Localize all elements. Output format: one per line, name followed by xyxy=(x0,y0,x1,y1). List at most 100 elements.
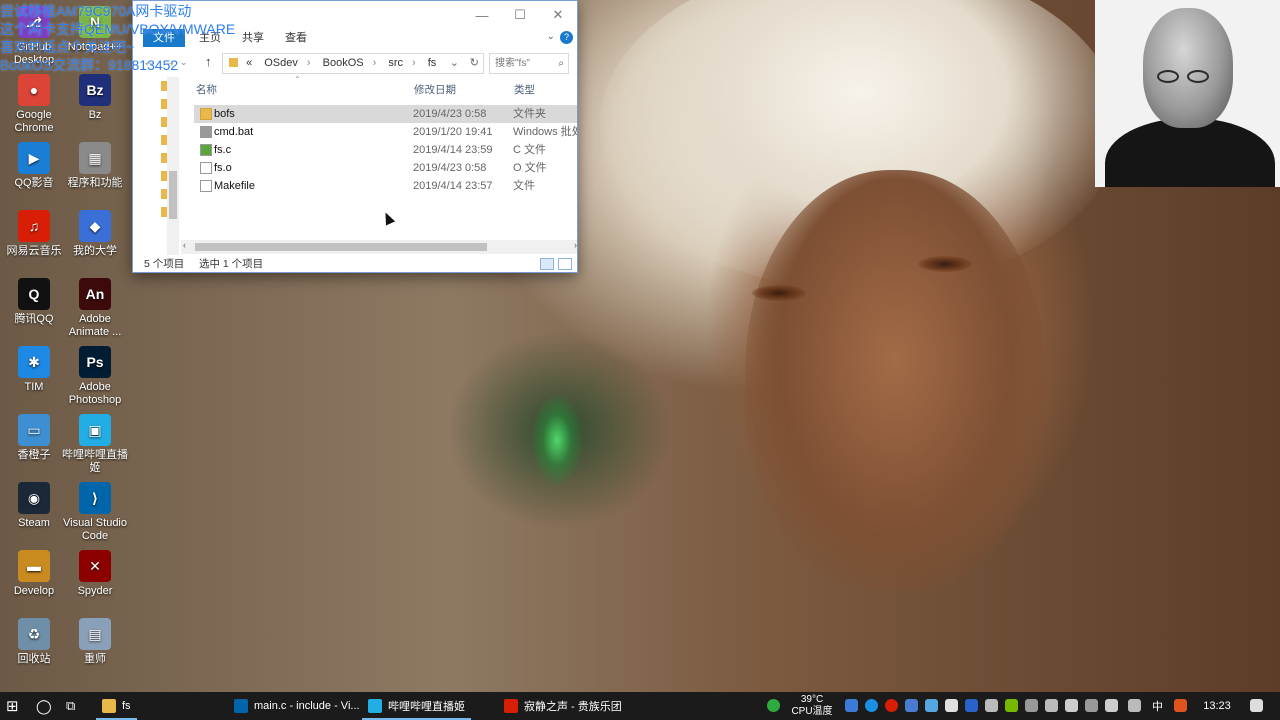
taskbar-window-button[interactable]: 寂静之声 - 贵族乐团 xyxy=(498,692,628,720)
wallpaper-face xyxy=(745,170,1045,590)
taskbar-window-button[interactable]: main.c - include - Vi... xyxy=(228,692,366,720)
file-date: 2019/4/14 23:57 xyxy=(413,180,493,192)
tray-people-icon[interactable] xyxy=(1085,699,1098,712)
keyboard-icon[interactable] xyxy=(1128,699,1141,712)
file-icon xyxy=(200,180,212,192)
close-icon[interactable]: ✕ xyxy=(539,1,577,29)
tray-netease-icon[interactable] xyxy=(885,699,898,712)
tray-nvidia-icon[interactable] xyxy=(1005,699,1018,712)
tray-box-icon[interactable] xyxy=(845,699,858,712)
desktop-icon-label: 腾讯QQ xyxy=(14,313,54,325)
app-icon: ▬ xyxy=(18,550,50,582)
tray-skype-icon[interactable] xyxy=(865,699,878,712)
desktop-icon-label: TIM xyxy=(24,381,44,393)
desktop-icon-label: QQ影音 xyxy=(14,177,54,189)
horizontal-scrollbar-thumb[interactable] xyxy=(195,243,487,251)
search-icon[interactable]: ◯ xyxy=(36,692,52,720)
notification-center-icon[interactable] xyxy=(1250,699,1263,712)
desktop-icon[interactable]: ◆ 我的大学 xyxy=(61,210,129,258)
tab-share[interactable]: 共享 xyxy=(232,29,274,47)
address-bar[interactable]: « OSdev › BookOS › src › fs ⌄ ↻ xyxy=(222,53,484,74)
taskbar-app-icon xyxy=(504,699,518,713)
desktop-icon[interactable]: ⟩ Visual Studio Code xyxy=(61,482,129,543)
file-name: bofs xyxy=(214,108,235,120)
maximize-icon[interactable]: ☐ xyxy=(501,1,539,29)
app-icon: Q xyxy=(18,278,50,310)
desktop-icon[interactable]: ● Google Chrome xyxy=(0,74,68,135)
tray-app-icon[interactable] xyxy=(767,699,780,712)
desktop-icon[interactable]: Bz Bz xyxy=(61,74,129,122)
clock[interactable]: 13:23 xyxy=(1197,692,1237,720)
volume-icon[interactable] xyxy=(1065,699,1078,712)
help-icon[interactable]: ? xyxy=(560,31,573,44)
desktop-icon[interactable]: Q 腾讯QQ xyxy=(0,278,68,326)
breadcrumb-src[interactable]: src xyxy=(388,57,403,69)
wallpaper-green-glow xyxy=(532,395,582,485)
tab-view[interactable]: 查看 xyxy=(275,29,317,47)
ime-indicator[interactable]: 中 xyxy=(1152,692,1163,720)
app-icon: ▣ xyxy=(79,414,111,446)
large-icons-view-icon[interactable] xyxy=(558,258,572,270)
desktop-icon[interactable]: ▭ 香橙子 xyxy=(0,414,68,462)
task-view-icon[interactable]: ⧉ xyxy=(66,692,75,720)
desktop-icon[interactable]: ▣ 哔哩哔哩直播姬 xyxy=(61,414,129,475)
refresh-icon[interactable]: ↻ xyxy=(470,54,479,73)
address-dropdown-icon[interactable]: ⌄ xyxy=(450,54,459,73)
desktop-icon-label: Spyder xyxy=(77,585,113,597)
column-name[interactable]: 名称 xyxy=(196,82,217,97)
file-row[interactable]: bofs 2019/4/23 0:58 文件夹 xyxy=(194,105,577,123)
tray-app-icon[interactable] xyxy=(945,699,958,712)
details-view-icon[interactable] xyxy=(540,258,554,270)
tray-sogou-icon[interactable] xyxy=(1174,699,1187,712)
network-icon[interactable] xyxy=(1045,699,1058,712)
taskbar-window-button[interactable]: fs xyxy=(96,692,137,720)
desktop-icon[interactable]: ▬ Develop xyxy=(0,550,68,598)
scroll-right-icon[interactable]: › xyxy=(574,240,577,250)
taskbar-window-button[interactable]: 哔哩哔哩直播姬 xyxy=(362,692,471,720)
desktop-icon-label: 香橙子 xyxy=(17,449,51,461)
taskbar: ⊞ ◯ ⧉ fs main.c - include - Vi... 哔哩哔哩直播姬 寂… xyxy=(0,692,1280,720)
app-icon: ▦ xyxy=(79,142,111,174)
desktop-icon[interactable]: An Adobe Animate ... xyxy=(61,278,129,339)
file-date: 2019/4/23 0:58 xyxy=(413,108,487,120)
nav-scrollbar-thumb[interactable] xyxy=(169,171,177,219)
navigation-pane[interactable] xyxy=(133,77,179,255)
file-row[interactable]: cmd.bat 2019/1/20 19:41 Windows 批处 xyxy=(194,123,577,141)
file-row[interactable]: Makefile 2019/4/14 23:57 文件 xyxy=(194,177,577,195)
windows-start-icon[interactable]: ⊞ xyxy=(6,692,19,720)
battery-icon[interactable] xyxy=(1105,699,1118,712)
breadcrumb-osdev[interactable]: OSdev xyxy=(264,57,298,69)
desktop-icon[interactable]: ✱ TIM xyxy=(0,346,68,394)
desktop-icon[interactable]: ◉ Steam xyxy=(0,482,68,530)
desktop-icon[interactable]: ♫ 网易云音乐 xyxy=(0,210,68,258)
desktop-icon-label: Visual Studio Code xyxy=(62,517,127,542)
desktop-icon[interactable]: ▦ 程序和功能 xyxy=(61,142,129,190)
desktop-icon[interactable]: ♻ 回收站 xyxy=(0,618,68,666)
app-icon: Ps xyxy=(79,346,111,378)
file-row[interactable]: fs.c 2019/4/14 23:59 C 文件 xyxy=(194,141,577,159)
desktop-icon[interactable]: Ps Adobe Photoshop xyxy=(61,346,129,407)
tray-app-icon[interactable] xyxy=(925,699,938,712)
search-icon[interactable]: ⌕ xyxy=(558,54,564,73)
file-row[interactable]: fs.o 2019/4/23 0:58 O 文件 xyxy=(194,159,577,177)
taskbar-app-icon xyxy=(368,699,382,713)
ribbon-expand-icon[interactable]: ⌄ xyxy=(547,31,555,42)
horizontal-scrollbar[interactable]: ‹ › xyxy=(181,240,577,254)
bluetooth-icon[interactable] xyxy=(965,699,978,712)
column-type[interactable]: 类型 xyxy=(514,82,535,97)
tray-app-icon[interactable] xyxy=(1025,699,1038,712)
minimize-icon[interactable]: — xyxy=(463,1,501,29)
desktop-icon[interactable]: ▶ QQ影音 xyxy=(0,142,68,190)
tray-monitor-icon[interactable] xyxy=(985,699,998,712)
desktop-icon[interactable]: ▤ 重师 xyxy=(61,618,129,666)
scroll-left-icon[interactable]: ‹ xyxy=(183,240,186,250)
breadcrumb-bookos[interactable]: BookOS xyxy=(323,57,364,69)
cpu-temperature[interactable]: 39°C CPU温度 xyxy=(788,694,836,718)
desktop-icon[interactable]: ✕ Spyder xyxy=(61,550,129,598)
column-date[interactable]: 修改日期 xyxy=(414,82,456,97)
app-icon: An xyxy=(79,278,111,310)
nav-scrollbar[interactable] xyxy=(167,77,179,255)
tray-app-icon[interactable] xyxy=(905,699,918,712)
breadcrumb-fs[interactable]: fs xyxy=(428,57,437,69)
search-input[interactable]: 搜索"fs" ⌕ xyxy=(489,53,569,74)
